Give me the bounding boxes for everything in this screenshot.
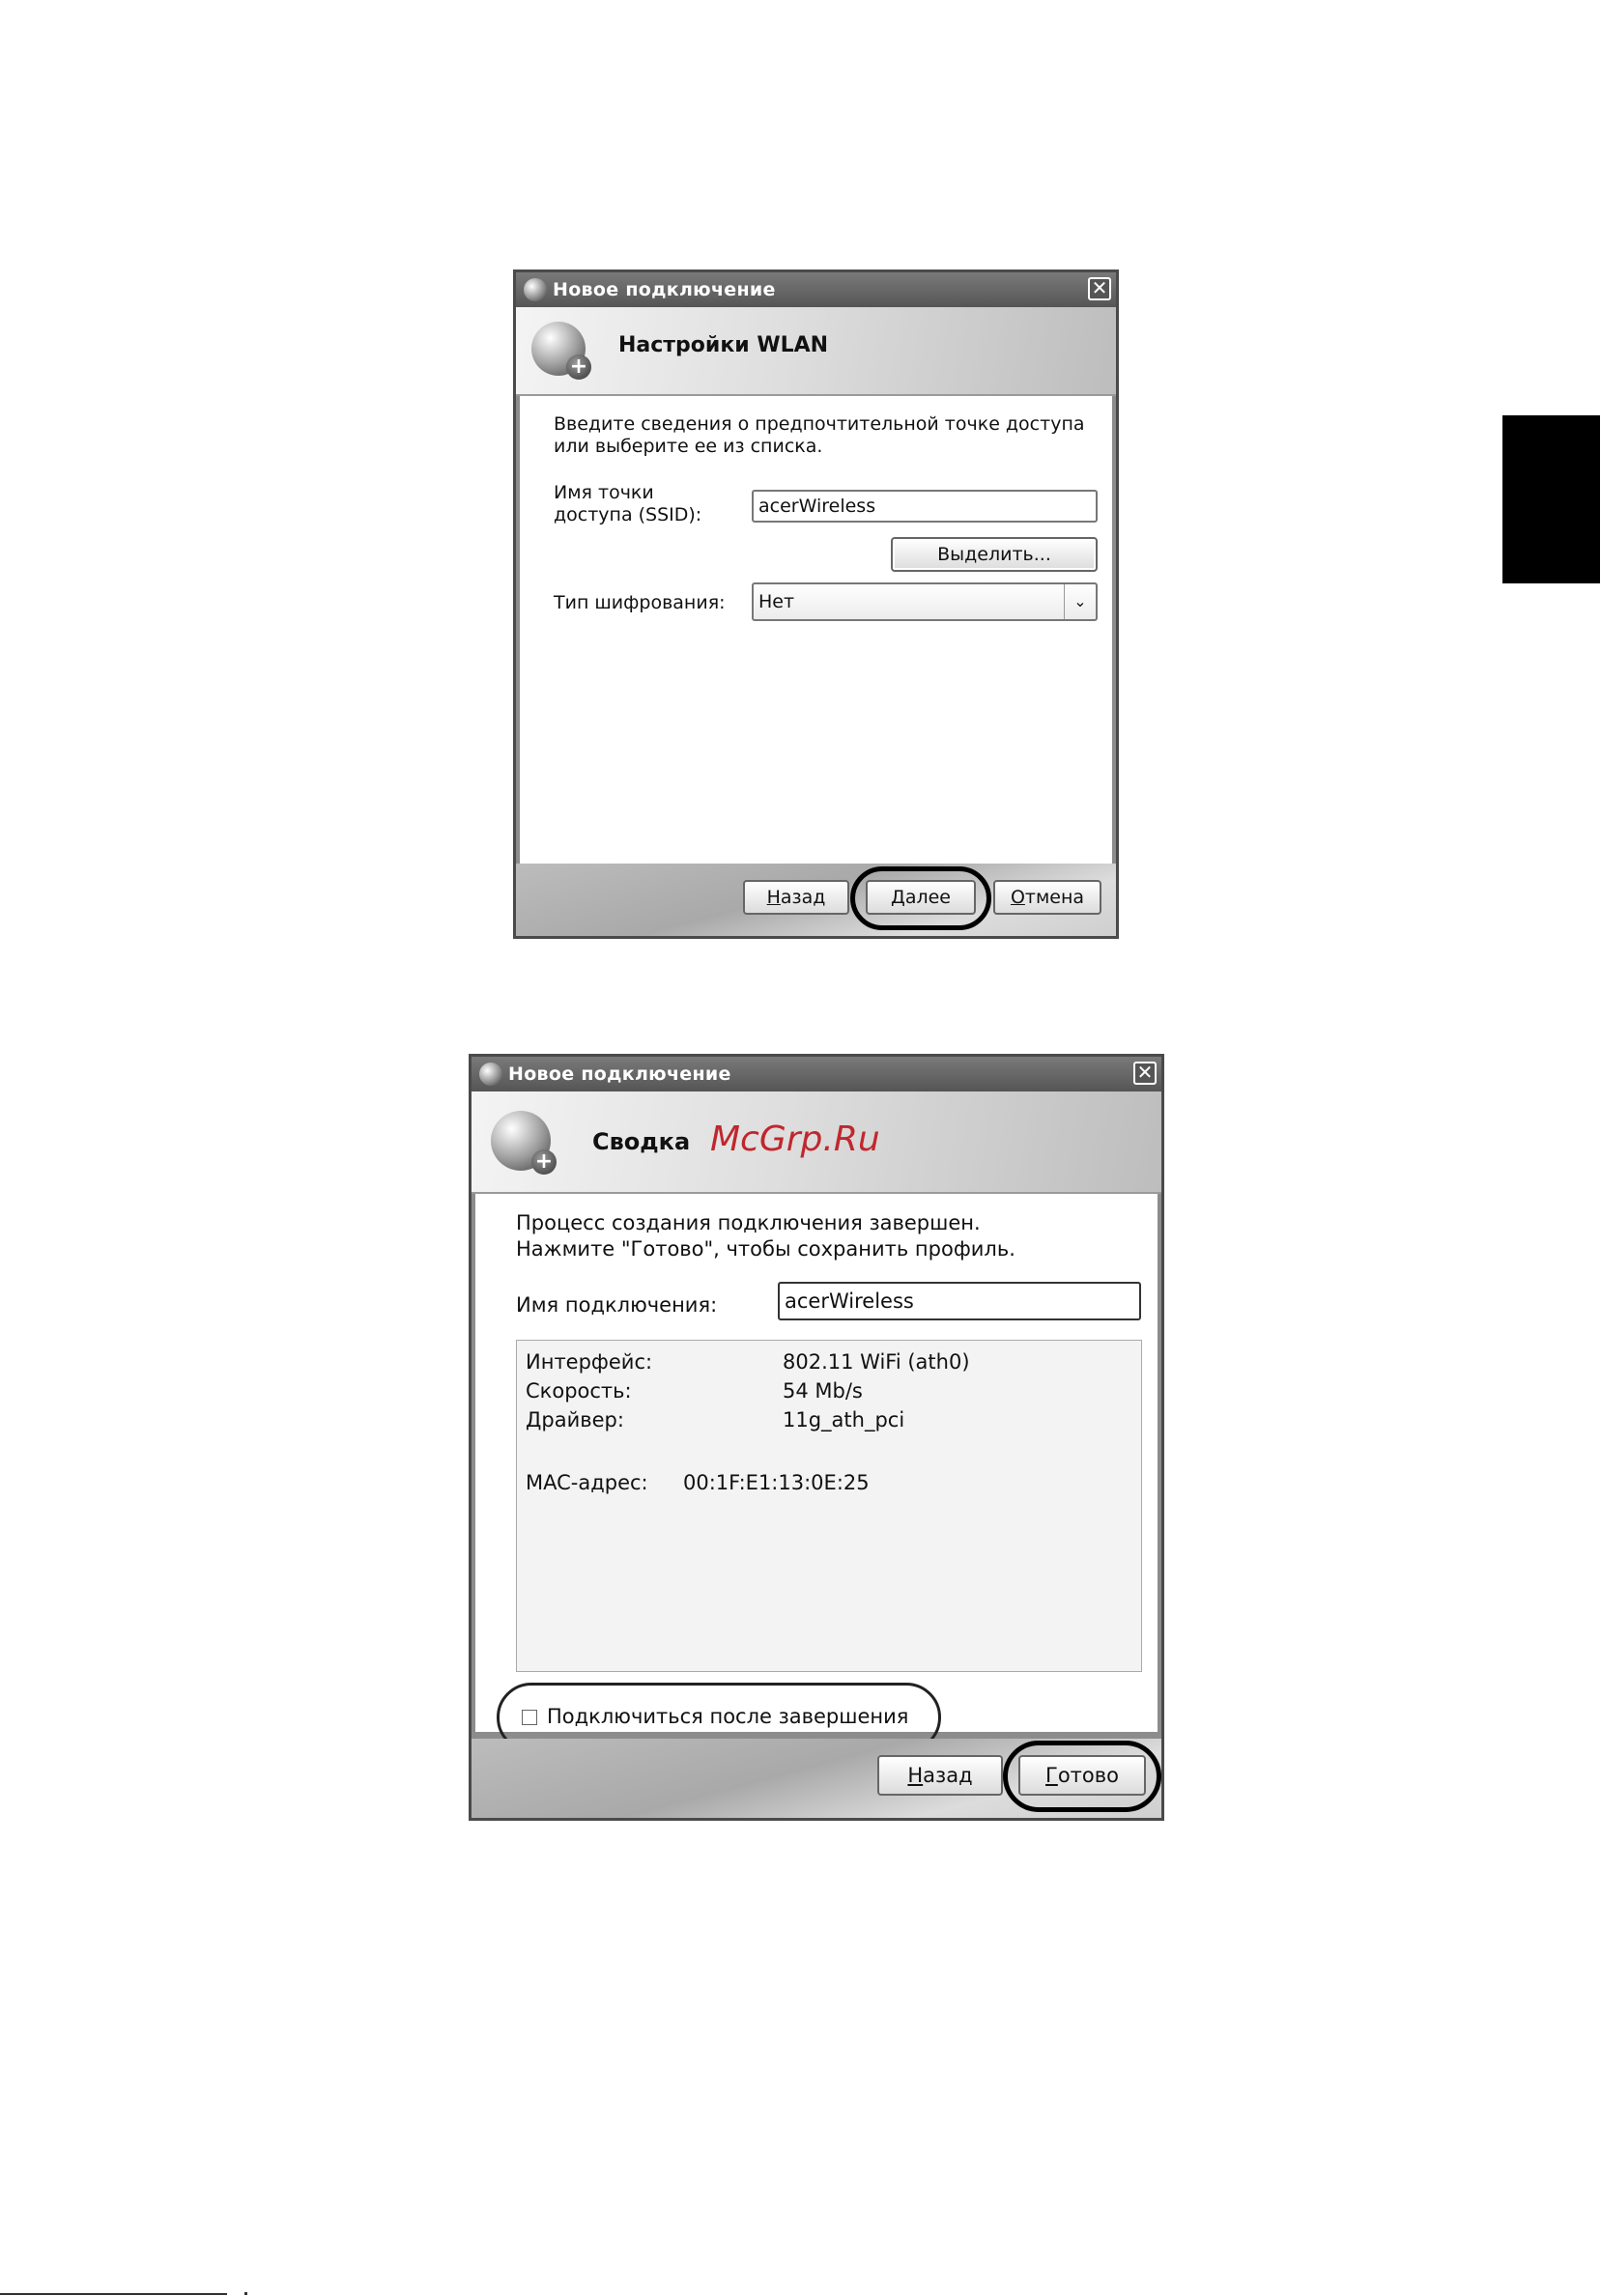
speed-value: 54 Mb/s (783, 1379, 863, 1403)
ssid-label-line2: доступа (SSID): (554, 504, 702, 525)
connection-details-panel: Интерфейс: 802.11 WiFi (ath0) Скорость: … (516, 1340, 1142, 1672)
wlan-settings-dialog: Новое подключение ✕ + Настройки WLAN Вве… (513, 269, 1119, 939)
chevron-down-icon: ⌄ (1064, 584, 1096, 619)
page-title: Сводка (592, 1128, 691, 1155)
window-title: Новое подключение (553, 279, 776, 300)
cancel-button[interactable]: Отмена (993, 880, 1101, 915)
connect-after-label[interactable]: Подключиться после завершения (547, 1705, 908, 1728)
back-button[interactable]: Назад (877, 1755, 1003, 1796)
finish-label: отово (1057, 1764, 1119, 1787)
back-mnemonic: Н (766, 887, 781, 908)
speed-label: Скорость: (526, 1379, 632, 1403)
intro-text-line1: Введите сведения о предпочтительной точк… (554, 413, 1085, 435)
close-icon[interactable]: ✕ (1088, 277, 1111, 300)
watermark-text: McGrp.Ru (710, 1120, 880, 1159)
mac-value: 00:1F:E1:13:0E:25 (683, 1471, 870, 1494)
plus-icon: + (531, 1149, 557, 1175)
window-title: Новое подключение (508, 1063, 731, 1085)
connection-name-input[interactable]: acerWireless (778, 1282, 1141, 1320)
close-icon[interactable]: ✕ (1133, 1062, 1157, 1085)
encryption-value: Нет (758, 591, 795, 612)
summary-dialog: Новое подключение ✕ + Сводка McGrp.Ru Пр… (469, 1054, 1164, 1821)
network-globe-icon (479, 1063, 502, 1086)
back-button[interactable]: Назад (743, 880, 849, 915)
encryption-label: Тип шифрования: (554, 592, 726, 613)
ssid-input[interactable]: acerWireless (752, 490, 1098, 523)
network-globe-icon (524, 278, 547, 301)
title-bar: Новое подключение ✕ (516, 272, 1116, 307)
wizard-footer: Назад Готово (472, 1739, 1161, 1818)
network-globe-icon: + (531, 322, 591, 380)
wizard-footer: Назад Далее Отмена (516, 864, 1116, 936)
mac-label: MAC-адрес: (526, 1471, 648, 1494)
footnote-rule (0, 2293, 227, 2295)
driver-value: 11g_ath_pci (783, 1408, 905, 1431)
next-label: алее (904, 887, 951, 908)
next-mnemonic: Д (890, 887, 905, 908)
finish-mnemonic: Г (1045, 1764, 1058, 1787)
interface-value: 802.11 WiFi (ath0) (783, 1350, 970, 1374)
interface-label: Интерфейс: (526, 1350, 653, 1374)
intro-text-line1: Процесс создания подключения завершен. (516, 1211, 981, 1234)
next-button[interactable]: Далее (866, 880, 976, 915)
footnote-tick (244, 2292, 247, 2295)
encryption-select[interactable]: Нет ⌄ (752, 582, 1098, 621)
chapter-tab-marker (1502, 415, 1600, 583)
title-bar: Новое подключение ✕ (472, 1057, 1161, 1091)
connection-name-label: Имя подключения: (516, 1293, 718, 1317)
connect-after-checkbox[interactable] (522, 1710, 537, 1725)
back-mnemonic: Н (907, 1764, 924, 1787)
ssid-label-line1: Имя точки (554, 482, 654, 503)
wizard-body: Процесс создания подключения завершен. Н… (475, 1194, 1158, 1752)
wizard-header: + Настройки WLAN (516, 307, 1116, 396)
cancel-mnemonic: О (1010, 887, 1025, 908)
driver-label: Драйвер: (526, 1408, 624, 1431)
intro-text-line2: или выберите ее из списка. (554, 436, 823, 457)
plus-icon: + (566, 354, 591, 380)
wizard-body: Введите сведения о предпочтительной точк… (520, 396, 1112, 864)
network-globe-icon: + (491, 1111, 557, 1175)
back-label: азад (780, 887, 826, 908)
page-title: Настройки WLAN (618, 333, 829, 357)
wizard-header: + Сводка McGrp.Ru (472, 1091, 1161, 1194)
finish-button[interactable]: Готово (1018, 1755, 1146, 1796)
back-label: азад (923, 1764, 973, 1787)
intro-text-line2: Нажмите "Готово", чтобы сохранить профил… (516, 1237, 1015, 1261)
cancel-label: тмена (1024, 887, 1085, 908)
select-network-button[interactable]: Выделить... (891, 537, 1098, 572)
